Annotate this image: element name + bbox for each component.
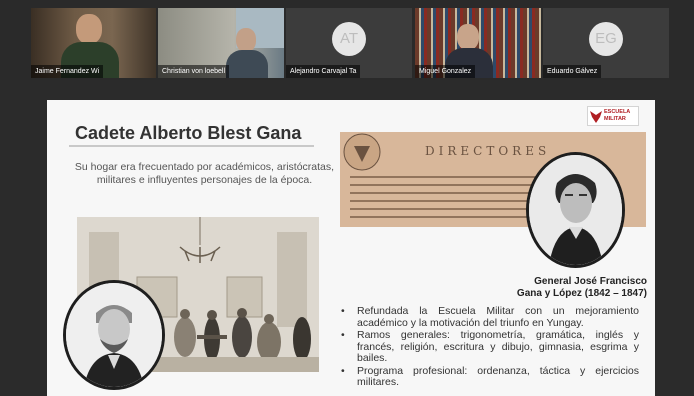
participant-body bbox=[226, 50, 268, 78]
bullet-text: Ramos generales: trigonometría, gramátic… bbox=[357, 329, 639, 364]
participant-tile-1[interactable]: Jaime Fernandez Wi bbox=[31, 8, 156, 78]
bullet-marker: • bbox=[341, 305, 345, 317]
escuela-militar-logo: ESCUELA MILITAR bbox=[587, 106, 639, 126]
participant-tile-5[interactable]: EG Eduardo Gálvez bbox=[543, 8, 669, 78]
eagle-emblem-icon bbox=[590, 111, 602, 123]
participant-name: Miguel Gonzalez bbox=[415, 65, 476, 78]
bullet-marker: • bbox=[341, 364, 345, 377]
participant-head bbox=[76, 14, 102, 44]
logo-text-militar: MILITAR bbox=[604, 116, 626, 122]
list-item: • Refundada la Escuela Militar con un mej… bbox=[339, 305, 639, 329]
participant-tile-3[interactable]: AT Alejandro Carvajal Ta bbox=[286, 8, 412, 78]
participant-name: Alejandro Carvajal Ta bbox=[286, 65, 361, 78]
bullet-marker: • bbox=[341, 329, 345, 341]
participant-strip: Jaime Fernandez Wi Christian von loebell… bbox=[0, 0, 694, 80]
list-item: • Ramos generales: trigonometría, gramáti… bbox=[339, 329, 639, 365]
participant-name: Jaime Fernandez Wi bbox=[31, 65, 104, 78]
portrait-caption: General José Francisco Gana y López (184… bbox=[467, 276, 647, 300]
participant-tile-4[interactable]: Miguel Gonzalez bbox=[415, 8, 541, 78]
caption-name-line2: Gana y López (1842 – 1847) bbox=[516, 288, 647, 299]
participant-head bbox=[457, 24, 479, 50]
bullet-text: Programa profesional: ordenanza, táctica… bbox=[357, 364, 639, 388]
participant-head bbox=[236, 28, 256, 52]
slide-title: Cadete Alberto Blest Gana bbox=[75, 123, 302, 143]
portrait-gana-y-lopez bbox=[526, 152, 625, 268]
bullet-list: • Refundada la Escuela Militar con un mej… bbox=[339, 305, 639, 390]
presentation-slide: Cadete Alberto Blest Gana Su hogar era f… bbox=[47, 100, 655, 396]
slide-subtitle: Su hogar era frecuentado por académicos,… bbox=[74, 161, 335, 186]
portrait-alberto-blest-gana bbox=[63, 280, 165, 390]
logo-text-escuela: ESCUELA bbox=[604, 109, 631, 115]
general-portrait-illustration bbox=[529, 155, 622, 265]
avatar: AT bbox=[332, 22, 366, 56]
caption-name-line1: General José Francisco bbox=[534, 276, 647, 287]
avatar: EG bbox=[589, 22, 623, 56]
bullet-text: Refundada la Escuela Militar con un mejo… bbox=[357, 305, 639, 329]
participant-name: Christian von loebell bbox=[158, 65, 230, 78]
title-divider bbox=[69, 145, 314, 147]
participant-name: Eduardo Gálvez bbox=[543, 65, 602, 78]
blest-gana-portrait-illustration bbox=[66, 283, 162, 387]
list-item: • Programa profesional: ordenanza, táctic… bbox=[339, 364, 639, 389]
directory-heading: DIRECTORES bbox=[425, 144, 551, 158]
participant-tile-2[interactable]: Christian von loebell bbox=[158, 8, 284, 78]
